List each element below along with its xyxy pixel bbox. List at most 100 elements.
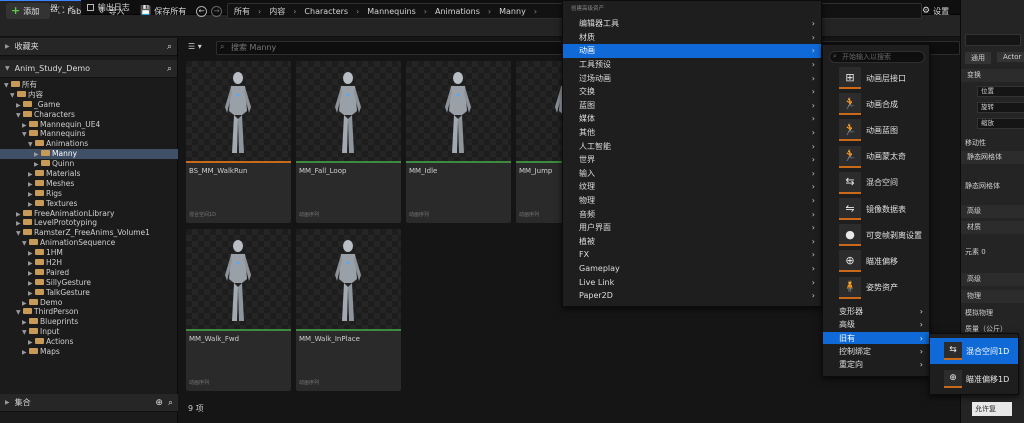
- tree-item[interactable]: ▼ Input: [0, 327, 178, 337]
- position-select[interactable]: 位置: [977, 86, 1024, 97]
- section-materials[interactable]: 材质: [961, 221, 1024, 234]
- asset-tile[interactable]: MM_Idle 动画序列: [406, 61, 511, 223]
- tree-item[interactable]: ▶ Meshes: [0, 179, 178, 189]
- asset-tile[interactable]: BS_MM_WalkRun 混合空间1D: [186, 61, 291, 223]
- submenu-row[interactable]: 高级 ›: [823, 318, 929, 331]
- project-header[interactable]: ▼ Anim_Study_Demo ⌕: [0, 60, 177, 78]
- breadcrumb-item[interactable]: 所有: [234, 6, 250, 17]
- tree-item[interactable]: ▶ SillyGesture: [0, 278, 178, 288]
- tree-item[interactable]: ▼ AnimationSequence: [0, 238, 178, 248]
- collections-header[interactable]: ▶ 集合 ⊕ ⌕: [0, 394, 178, 412]
- tree-item[interactable]: ▶ Demo: [0, 298, 178, 308]
- tree-item[interactable]: ▶ Quinn: [0, 159, 178, 169]
- submenu-item[interactable]: ⇆ 混合空间: [839, 170, 931, 196]
- menu-item[interactable]: Live Link ›: [563, 275, 821, 289]
- menu-item[interactable]: Paper2D ›: [563, 289, 821, 303]
- search-icon[interactable]: ⌕: [167, 42, 172, 52]
- tree-item[interactable]: ▼ Characters: [0, 110, 178, 120]
- tree-item[interactable]: ▶ Materials: [0, 169, 178, 179]
- search-icon[interactable]: ⌕: [167, 64, 172, 74]
- menu-item[interactable]: 输入 ›: [563, 167, 821, 181]
- submenu-item[interactable]: 🏃 动画合成: [839, 91, 931, 117]
- asset-tile[interactable]: MM_Fall_Loop 动画序列: [296, 61, 401, 223]
- section-advanced-2[interactable]: 高级: [961, 273, 1024, 286]
- menu-item[interactable]: 材质 ›: [563, 31, 821, 45]
- section-static-mesh[interactable]: 静态网格体: [961, 151, 1024, 164]
- submenu-row[interactable]: 重定向 ›: [823, 359, 929, 372]
- breadcrumb-item[interactable]: Animations: [435, 7, 480, 16]
- add-circle-icon[interactable]: ⊕: [155, 398, 163, 408]
- submenu-item[interactable]: 🏃 动画蓝图: [839, 117, 931, 143]
- menu-item[interactable]: 蓝图 ›: [563, 99, 821, 113]
- tree-item[interactable]: ▶ _Game: [0, 100, 178, 110]
- asset-tile[interactable]: MM_Walk_Fwd 动画序列: [186, 229, 291, 391]
- rotation-select[interactable]: 旋转: [977, 102, 1024, 113]
- tree-item[interactable]: ▶ LevelPrototyping: [0, 218, 178, 228]
- breadcrumb-item[interactable]: Mannequins: [367, 7, 415, 16]
- tree-item[interactable]: ▶ Textures: [0, 199, 178, 209]
- submenu-item[interactable]: ⊕ 瞄准偏移: [839, 248, 931, 274]
- menu-item[interactable]: 人工智能 ›: [563, 139, 821, 153]
- menu-item[interactable]: 过场动画 ›: [563, 71, 821, 85]
- menu-item[interactable]: Gameplay ›: [563, 262, 821, 276]
- tree-item[interactable]: ▶ 1HM: [0, 248, 178, 258]
- fab-button[interactable]: ⛶ Fab: [58, 3, 81, 19]
- breadcrumb-item[interactable]: 内容: [269, 6, 285, 17]
- tree-item[interactable]: ▶ Actions: [0, 337, 178, 347]
- general-button[interactable]: 通用: [965, 52, 991, 64]
- asset-tile[interactable]: MM_Walk_InPlace 动画序列: [296, 229, 401, 391]
- scale-select[interactable]: 缩放: [977, 118, 1024, 129]
- submenu-row[interactable]: 旧有 ›: [823, 331, 929, 345]
- details-search-input[interactable]: [965, 34, 1021, 46]
- submenu-item[interactable]: ⊞ 动画层接口: [839, 65, 931, 91]
- add-button[interactable]: + 添加: [6, 3, 50, 19]
- tree-item[interactable]: ▶ FreeAnimationLibrary: [0, 209, 178, 219]
- tree-item[interactable]: ▼ RamsterZ_FreeAnims_Volume1: [0, 228, 178, 238]
- tree-item[interactable]: ▶ Mannequin_UE4: [0, 120, 178, 130]
- legacy-menu-item[interactable]: ⊕ 瞄准偏移1D: [930, 366, 1018, 392]
- tree-item[interactable]: ▼ ThirdPerson: [0, 307, 178, 317]
- menu-item[interactable]: 植被 ›: [563, 235, 821, 249]
- breadcrumb-item[interactable]: Manny: [499, 7, 526, 16]
- tree-item[interactable]: ▶ Blueprints: [0, 317, 178, 327]
- menu-item[interactable]: 纹理 ›: [563, 180, 821, 194]
- settings-button[interactable]: ⚙ 设置: [922, 3, 949, 19]
- tree-item[interactable]: ▶ Maps: [0, 347, 178, 357]
- menu-item[interactable]: 媒体 ›: [563, 112, 821, 126]
- chevron-right-icon[interactable]: ▶: [22, 348, 29, 358]
- search-icon[interactable]: ⌕: [168, 398, 173, 408]
- breadcrumb-item[interactable]: Characters: [304, 7, 348, 16]
- submenu-item[interactable]: ● 可变帧剥离设置: [839, 222, 931, 248]
- tree-item[interactable]: ▶ Paired: [0, 268, 178, 278]
- submenu-row[interactable]: 控制绑定 ›: [823, 345, 929, 358]
- menu-item[interactable]: FX ›: [563, 248, 821, 262]
- submenu-item[interactable]: 🏃 动画蒙太奇: [839, 144, 931, 170]
- submenu-search-input[interactable]: 开始输入以搜索: [829, 51, 925, 63]
- filter-button[interactable]: ☰ ▾: [188, 42, 202, 51]
- menu-item[interactable]: 其他 ›: [563, 126, 821, 140]
- tree-item[interactable]: ▶ Manny: [0, 149, 178, 160]
- tree-item[interactable]: ▼ Animations: [0, 139, 178, 149]
- import-button[interactable]: ⇩ 导入: [98, 3, 125, 19]
- menu-item[interactable]: 编辑器工具 ›: [563, 17, 821, 31]
- favorites-header[interactable]: ▶ 收藏夹 ⌕: [0, 38, 177, 56]
- menu-item[interactable]: 音频 ›: [563, 207, 821, 221]
- tree-item[interactable]: ▶ Rigs: [0, 189, 178, 199]
- back-button[interactable]: ←: [196, 3, 207, 19]
- submenu-item[interactable]: 🧍 姿势资产: [839, 275, 931, 301]
- menu-item[interactable]: 工具预设 ›: [563, 58, 821, 72]
- section-physics[interactable]: 物理: [961, 290, 1024, 303]
- submenu-item[interactable]: ⇋ 镜像数据表: [839, 196, 931, 222]
- save-all-button[interactable]: 💾 保存所有: [140, 3, 186, 19]
- submenu-row[interactable]: 变形器 ›: [823, 305, 929, 318]
- menu-item[interactable]: 物理 ›: [563, 194, 821, 208]
- actor-button[interactable]: Actor: [997, 52, 1024, 62]
- menu-item[interactable]: 用户界面 ›: [563, 221, 821, 235]
- tree-item[interactable]: ▼ 内容: [0, 90, 178, 100]
- menu-item[interactable]: 动画 ›: [563, 44, 821, 58]
- section-advanced[interactable]: 高级: [961, 205, 1024, 218]
- tree-item[interactable]: ▶ TalkGesture: [0, 288, 178, 298]
- section-transform[interactable]: 变换: [961, 69, 1024, 82]
- tree-item[interactable]: ▼ 所有: [0, 80, 178, 90]
- tree-item[interactable]: ▼ Mannequins: [0, 129, 178, 139]
